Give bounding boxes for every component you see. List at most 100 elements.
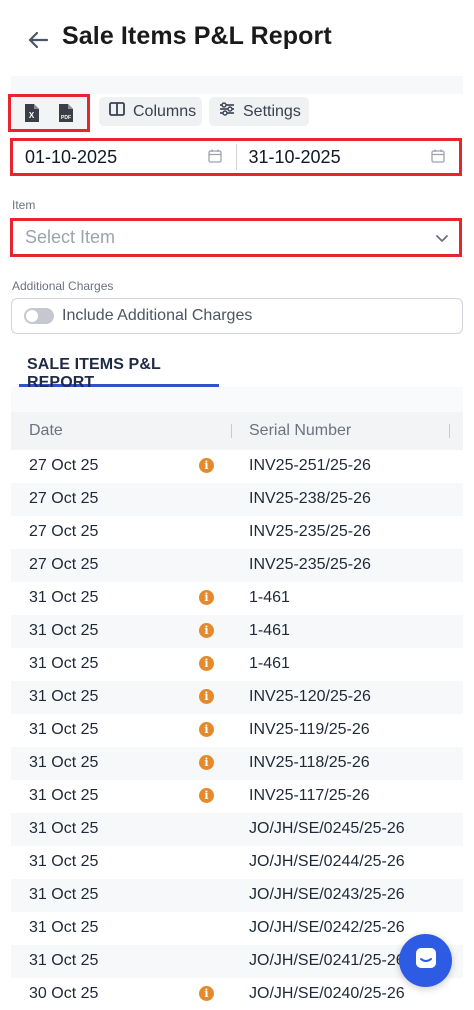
cell-date: 31 Oct 25	[29, 655, 99, 672]
cell-date: 31 Oct 25	[29, 754, 99, 771]
date-range-picker: 01-10-2025 31-10-2025	[10, 138, 462, 176]
table-row[interactable]: 27 Oct 25 i INV25-251/25-26	[11, 450, 463, 483]
item-select-placeholder: Select Item	[25, 227, 116, 247]
table-row[interactable]: 31 Oct 25 JO/JH/SE/0242/25-26	[11, 912, 463, 945]
info-icon[interactable]: i	[199, 590, 214, 605]
additional-charges-toggle[interactable]	[24, 308, 54, 324]
table-row[interactable]: 31 Oct 25 i INV25-118/25-26	[11, 747, 463, 780]
info-icon[interactable]: i	[199, 788, 214, 803]
settings-button[interactable]: Settings	[209, 97, 309, 126]
chat-icon	[413, 945, 439, 976]
info-icon[interactable]: i	[199, 755, 214, 770]
cell-serial-number: INV25-120/25-26	[249, 688, 371, 705]
cell-serial-number: 1-461	[249, 622, 290, 639]
cell-date: 31 Oct 25	[29, 688, 99, 705]
cell-date: 31 Oct 25	[29, 787, 99, 804]
table-row[interactable]: 31 Oct 25 i 1-461	[11, 648, 463, 681]
info-icon[interactable]: i	[199, 623, 214, 638]
excel-icon[interactable]: X	[20, 100, 44, 126]
cell-date: 31 Oct 25	[29, 919, 99, 936]
calendar-icon[interactable]	[431, 147, 445, 168]
table-row[interactable]: 31 Oct 25 i INV25-120/25-26	[11, 681, 463, 714]
column-resize-handle[interactable]	[449, 424, 450, 438]
table-row[interactable]: 31 Oct 25 i 1-461	[11, 582, 463, 615]
cell-serial-number: INV25-235/25-26	[249, 523, 371, 540]
page-title: Sale Items P&L Report	[62, 22, 332, 50]
pdf-icon-text: PDF	[61, 115, 71, 121]
cell-date: 31 Oct 25	[29, 952, 99, 969]
cell-serial-number: JO/JH/SE/0241/25-26	[249, 952, 405, 969]
info-icon[interactable]: i	[199, 689, 214, 704]
end-date-field[interactable]: 31-10-2025	[237, 141, 460, 173]
cell-date: 31 Oct 25	[29, 820, 99, 837]
cell-date: 31 Oct 25	[29, 853, 99, 870]
cell-date: 27 Oct 25	[29, 523, 99, 540]
info-icon[interactable]: i	[199, 458, 214, 473]
cell-serial-number: JO/JH/SE/0242/25-26	[249, 919, 405, 936]
pdf-icon[interactable]: PDF	[54, 100, 78, 126]
export-buttons: X PDF	[8, 94, 90, 132]
cell-date: 31 Oct 25	[29, 721, 99, 738]
cell-date: 31 Oct 25	[29, 622, 99, 639]
additional-charges-toggle-label: Include Additional Charges	[62, 307, 253, 324]
table-row[interactable]: 31 Oct 25 JO/JH/SE/0245/25-26	[11, 813, 463, 846]
column-header-date[interactable]: Date	[29, 422, 63, 440]
cell-serial-number: INV25-117/25-26	[249, 787, 370, 804]
cell-date: 31 Oct 25	[29, 589, 99, 606]
info-icon[interactable]: i	[199, 656, 214, 671]
table-row[interactable]: 31 Oct 25 i 1-461	[11, 615, 463, 648]
table-row[interactable]: 31 Oct 25 i INV25-119/25-26	[11, 714, 463, 747]
cell-date: 27 Oct 25	[29, 490, 99, 507]
start-date-field[interactable]: 01-10-2025	[13, 141, 236, 173]
cell-serial-number: INV25-119/25-26	[249, 721, 370, 738]
cell-serial-number: 1-461	[249, 655, 290, 672]
cell-serial-number: 1-461	[249, 589, 290, 606]
table-row[interactable]: 30 Oct 25 i JO/JH/SE/0240/25-26	[11, 978, 463, 1010]
column-resize-handle[interactable]	[231, 424, 232, 438]
app-header: Sale Items P&L Report	[0, 0, 474, 78]
item-label: Item	[12, 198, 36, 212]
cell-date: 30 Oct 25	[29, 985, 99, 1002]
table-row[interactable]: 27 Oct 25 INV25-238/25-26	[11, 483, 463, 516]
settings-label: Settings	[243, 102, 301, 120]
tab-sale-items-pl-report[interactable]: SALE ITEMS P&L REPORT	[19, 356, 219, 391]
cell-date: 31 Oct 25	[29, 886, 99, 903]
cell-date: 27 Oct 25	[29, 556, 99, 573]
chat-button[interactable]	[399, 934, 452, 987]
cell-serial-number: INV25-251/25-26	[249, 457, 371, 474]
start-date-value: 01-10-2025	[25, 146, 118, 167]
info-icon[interactable]: i	[199, 722, 214, 737]
column-header-serial-number[interactable]: Serial Number	[249, 422, 351, 440]
columns-button[interactable]: Columns	[99, 97, 202, 126]
table-row[interactable]: 27 Oct 25 INV25-235/25-26	[11, 516, 463, 549]
chevron-down-icon	[435, 227, 449, 248]
cell-serial-number: JO/JH/SE/0245/25-26	[249, 820, 405, 837]
item-select[interactable]: Select Item	[10, 218, 462, 257]
table-header: Date Serial Number	[11, 412, 463, 450]
table-row[interactable]: 27 Oct 25 INV25-235/25-26	[11, 549, 463, 582]
cell-serial-number: JO/JH/SE/0240/25-26	[249, 985, 405, 1002]
info-icon[interactable]: i	[199, 986, 214, 1001]
end-date-value: 31-10-2025	[248, 146, 341, 167]
cell-serial-number: INV25-235/25-26	[249, 556, 371, 573]
back-arrow-icon[interactable]	[24, 26, 52, 54]
cell-serial-number: JO/JH/SE/0243/25-26	[249, 886, 405, 903]
table-row[interactable]: 31 Oct 25 i INV25-117/25-26	[11, 780, 463, 813]
cell-date: 27 Oct 25	[29, 457, 99, 474]
additional-charges-label: Additional Charges	[12, 279, 114, 293]
table-row[interactable]: 31 Oct 25 JO/JH/SE/0244/25-26	[11, 846, 463, 879]
toolbar-background	[11, 76, 463, 94]
additional-charges-toggle-row[interactable]: Include Additional Charges	[11, 298, 463, 334]
table-row[interactable]: 31 Oct 25 JO/JH/SE/0243/25-26	[11, 879, 463, 912]
calendar-icon[interactable]	[207, 147, 222, 168]
excel-icon-letter: X	[29, 111, 35, 120]
columns-label: Columns	[133, 102, 197, 120]
columns-icon	[109, 102, 125, 121]
settings-sliders-icon	[219, 102, 235, 121]
tab-band	[11, 387, 463, 412]
report-card: SALE ITEMS P&L REPORT Date Serial Number…	[11, 342, 463, 1010]
table-body: 27 Oct 25 i INV25-251/25-26 27 Oct 25 INV25-…	[11, 450, 463, 1010]
table-row[interactable]: 31 Oct 25 JO/JH/SE/0241/25-26	[11, 945, 463, 978]
cell-serial-number: JO/JH/SE/0244/25-26	[249, 853, 405, 870]
cell-serial-number: INV25-238/25-26	[249, 490, 371, 507]
